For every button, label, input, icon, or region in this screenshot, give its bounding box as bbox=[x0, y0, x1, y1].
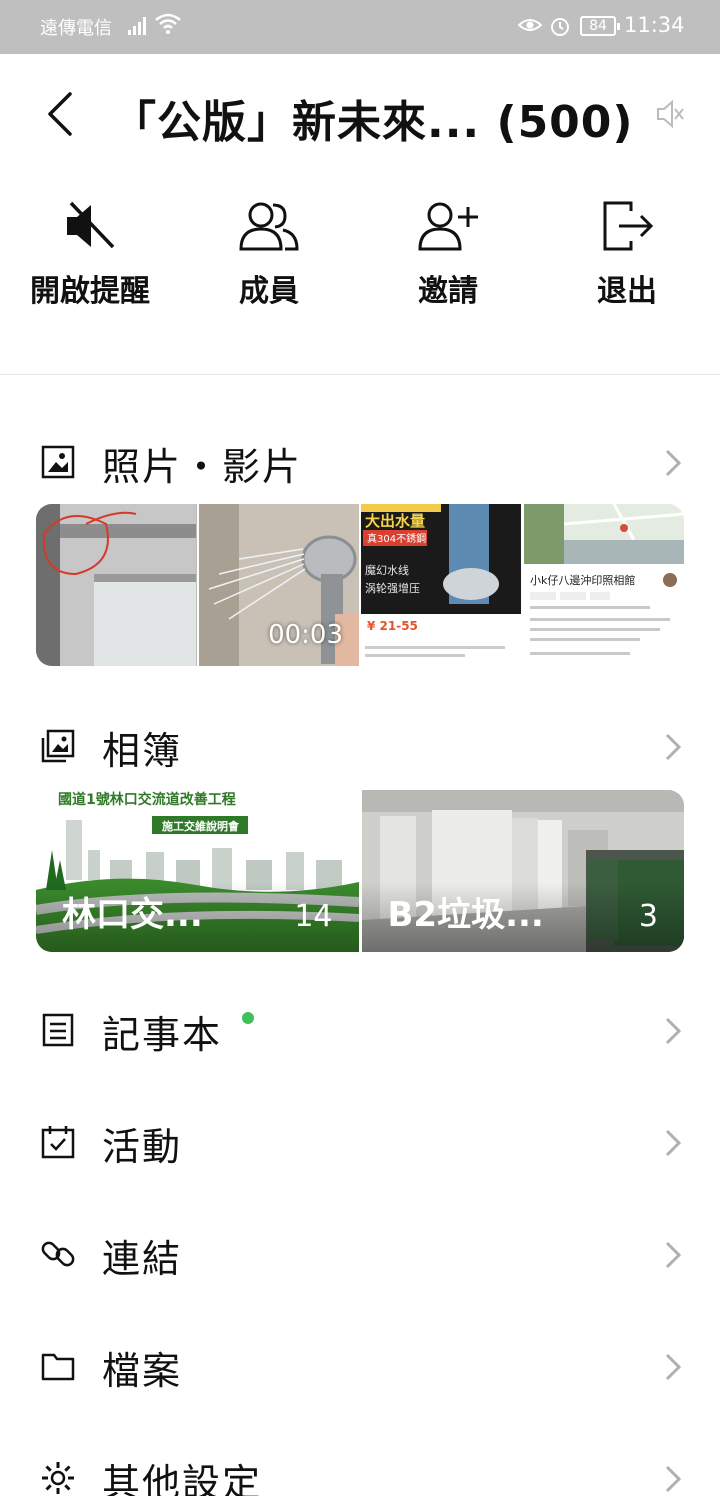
status-bar: 遠傳電信 84 11:34 bbox=[0, 0, 720, 54]
svg-text:真304不銹鋼: 真304不銹鋼 bbox=[367, 532, 426, 545]
eye-icon bbox=[517, 16, 543, 38]
shower-ad-screenshot: 大出水量 真304不銹鋼 魔幻水线 涡轮强增压 ¥ 21-55 bbox=[361, 504, 521, 666]
alarm-icon bbox=[548, 14, 572, 42]
wifi-icon bbox=[154, 12, 182, 40]
svg-text:小k仔八邊沖印照相館: 小k仔八邊沖印照相館 bbox=[530, 573, 635, 587]
link-icon bbox=[40, 1236, 76, 1276]
notifications-toggle-label: 開啟提醒 bbox=[30, 274, 150, 309]
photos-videos-label: 照片・影片 bbox=[102, 445, 303, 489]
muted-speaker-icon bbox=[654, 98, 686, 134]
svg-text:大出水量: 大出水量 bbox=[365, 512, 425, 530]
clock: 11:34 bbox=[624, 13, 685, 37]
chevron-right-icon bbox=[662, 1350, 684, 1388]
image-icon bbox=[40, 444, 76, 484]
links-label: 連結 bbox=[102, 1237, 183, 1281]
leave-button[interactable]: 退出 bbox=[547, 190, 707, 320]
chevron-right-icon bbox=[662, 1462, 684, 1496]
carrier-name: 遠傳電信 bbox=[40, 18, 112, 39]
back-button[interactable] bbox=[30, 84, 90, 144]
video-duration: 00:03 bbox=[268, 620, 343, 650]
map-listing-screenshot: 小k仔八邊沖印照相館 bbox=[523, 504, 684, 655]
note-icon bbox=[40, 1012, 76, 1052]
action-bar: 開啟提醒 成員 邀請 退出 bbox=[0, 190, 720, 330]
members-button[interactable]: 成員 bbox=[189, 190, 349, 320]
album-name: 林口交... bbox=[62, 895, 203, 935]
chevron-right-icon bbox=[662, 1014, 684, 1052]
exit-icon bbox=[603, 201, 654, 251]
window-frame-photo bbox=[36, 504, 196, 666]
back-arrow-icon bbox=[48, 92, 72, 136]
svg-text:涡轮强增压: 涡轮强增压 bbox=[365, 581, 420, 595]
albums-row[interactable]: 相簿 bbox=[0, 712, 720, 782]
photos-videos-row[interactable]: 照片・影片 bbox=[0, 428, 720, 498]
chevron-right-icon bbox=[662, 730, 684, 768]
albums-label: 相簿 bbox=[102, 729, 183, 773]
chevron-right-icon bbox=[662, 446, 684, 484]
members-icon bbox=[239, 202, 299, 251]
group-title: 「公版」新未來... (500) bbox=[112, 97, 634, 148]
add-person-icon bbox=[418, 202, 478, 251]
calendar-check-icon bbox=[40, 1124, 76, 1164]
invite-button[interactable]: 邀請 bbox=[368, 190, 528, 320]
muted-bell-icon bbox=[67, 201, 115, 249]
svg-text:國道1號林口交流道改善工程: 國道1號林口交流道改善工程 bbox=[58, 791, 236, 808]
svg-text:魔幻水线: 魔幻水线 bbox=[365, 563, 409, 577]
new-indicator-dot bbox=[242, 1012, 254, 1024]
other-settings-row[interactable]: 其他設定 bbox=[0, 1444, 720, 1496]
photo-thumbnail[interactable] bbox=[36, 504, 197, 666]
gear-icon bbox=[40, 1460, 76, 1496]
chevron-right-icon bbox=[662, 1238, 684, 1276]
events-label: 活動 bbox=[102, 1125, 183, 1169]
links-row[interactable]: 連結 bbox=[0, 1220, 720, 1290]
other-settings-label: 其他設定 bbox=[102, 1461, 263, 1496]
video-thumbnail[interactable]: 00:03 bbox=[198, 504, 359, 666]
invite-label: 邀請 bbox=[418, 274, 478, 309]
album-card[interactable]: 國道1號林口交流道改善工程 施工交維說明會 林口交... 14 bbox=[36, 790, 359, 952]
notes-row[interactable]: 記事本 bbox=[0, 996, 720, 1066]
album-photo-count: 14 bbox=[294, 899, 333, 934]
album-strip: 國道1號林口交流道改善工程 施工交維說明會 林口交... 14 B2垃圾... … bbox=[36, 790, 684, 952]
album-card[interactable]: B2垃圾... 3 bbox=[361, 790, 684, 952]
members-label: 成員 bbox=[239, 274, 299, 309]
album-icon bbox=[40, 728, 76, 768]
svg-text:¥ 21-55: ¥ 21-55 bbox=[367, 619, 418, 633]
album-photo-count: 3 bbox=[638, 899, 658, 934]
svg-text:施工交維說明會: 施工交維說明會 bbox=[162, 819, 240, 833]
notifications-toggle-button[interactable]: 開啟提醒 bbox=[10, 190, 170, 320]
album-name: B2垃圾... bbox=[387, 895, 544, 935]
chevron-right-icon bbox=[662, 1126, 684, 1164]
photo-thumbnail-strip: 00:03 大出水量 真304不銹鋼 魔幻水线 涡轮强增压 ¥ 21-55 小k… bbox=[36, 504, 684, 666]
folder-icon bbox=[40, 1348, 76, 1388]
divider bbox=[0, 374, 720, 375]
files-label: 檔案 bbox=[102, 1349, 183, 1393]
signal-icon bbox=[128, 14, 150, 40]
photo-thumbnail[interactable]: 小k仔八邊沖印照相館 bbox=[523, 504, 684, 666]
events-row[interactable]: 活動 bbox=[0, 1108, 720, 1178]
notes-label: 記事本 bbox=[102, 1013, 223, 1057]
battery-icon: 84 bbox=[580, 16, 620, 36]
leave-label: 退出 bbox=[597, 274, 657, 309]
files-row[interactable]: 檔案 bbox=[0, 1332, 720, 1402]
chat-header: 「公版」新未來... (500) bbox=[0, 54, 720, 184]
photo-thumbnail[interactable]: 大出水量 真304不銹鋼 魔幻水线 涡轮强增压 ¥ 21-55 bbox=[361, 504, 522, 666]
